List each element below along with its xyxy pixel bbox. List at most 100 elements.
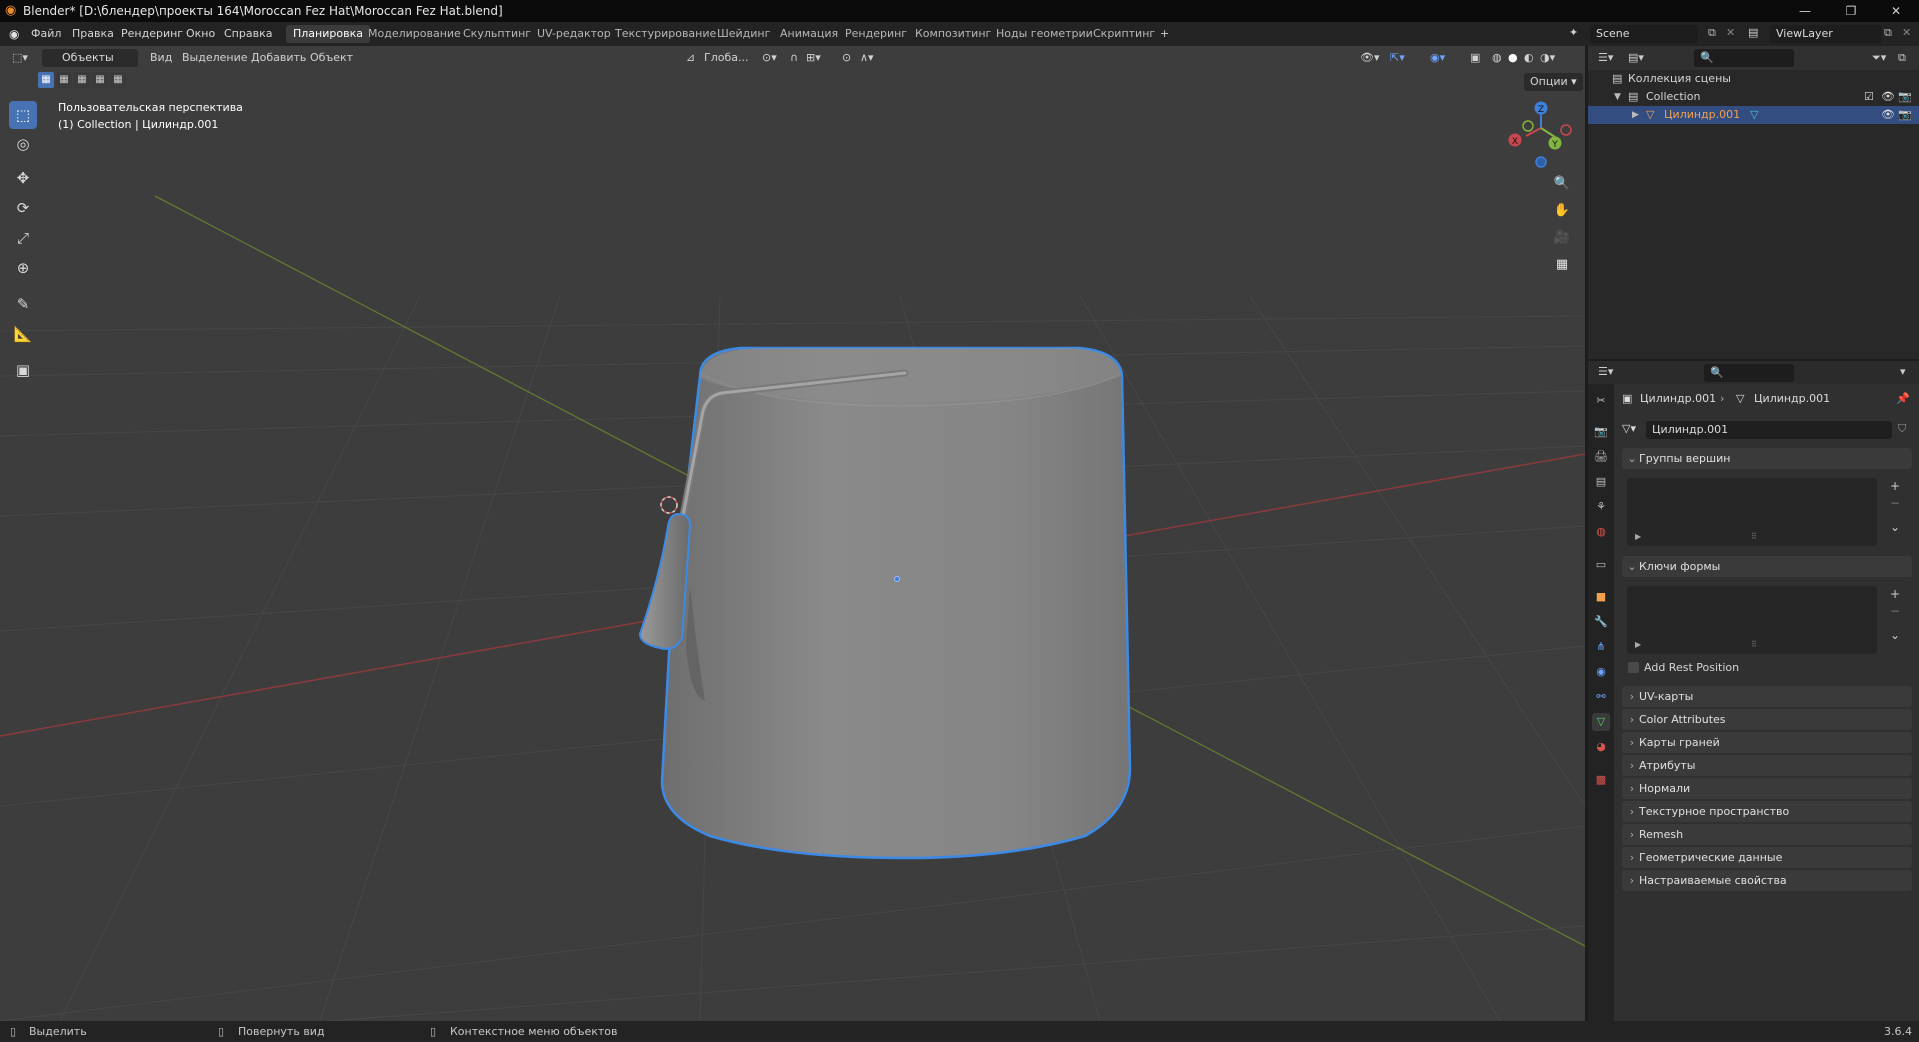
pan-view-button[interactable]: ✋ xyxy=(1550,199,1574,223)
list-filter-icon[interactable]: ▶ xyxy=(1635,532,1641,541)
add-workspace-button[interactable]: + xyxy=(1153,25,1176,43)
texture-tab-icon[interactable]: ▩ xyxy=(1592,771,1610,789)
gizmo-toggle-icon[interactable]: ⇱▾ xyxy=(1390,49,1405,66)
menu-render[interactable]: Рендеринг xyxy=(121,27,183,40)
output-tab-icon[interactable]: 🖨 xyxy=(1592,448,1610,466)
tab-compositing[interactable]: Композитинг xyxy=(908,25,998,43)
select-new-icon[interactable]: ▦ xyxy=(38,72,54,88)
tab-scripting[interactable]: Скриптинг xyxy=(1086,25,1162,43)
color-attributes-panel-header[interactable]: › Color Attributes xyxy=(1622,709,1912,730)
normals-panel-header[interactable]: › Нормали xyxy=(1622,778,1912,799)
vertex-group-menu-button[interactable]: ⌄ xyxy=(1886,518,1904,536)
editor-type-icon[interactable]: ⬚▾ xyxy=(12,49,28,66)
face-maps-panel-header[interactable]: › Карты граней xyxy=(1622,732,1912,753)
select-extend-icon[interactable]: ▦ xyxy=(56,72,72,88)
list-resize-handle-icon[interactable]: ⠿ xyxy=(1751,640,1757,649)
tab-geometry-nodes[interactable]: Ноды геометрии xyxy=(989,25,1100,43)
material-tab-icon[interactable]: ◕ xyxy=(1592,738,1610,756)
menu-window[interactable]: Окно xyxy=(186,27,215,40)
move-tool[interactable]: ✥ xyxy=(9,164,37,192)
outliner-row-object[interactable]: ▶ ▽ Цилиндр.001 ▽ 👁 📷 xyxy=(1588,106,1919,124)
new-view-layer-icon[interactable]: ⧉ xyxy=(1884,26,1892,40)
select-subtract-icon[interactable]: ▦ xyxy=(74,72,90,88)
fake-user-icon[interactable]: ⛉ xyxy=(1898,422,1906,436)
rotate-tool[interactable]: ⟳ xyxy=(9,194,37,222)
outliner-search-input[interactable]: 🔍 xyxy=(1694,49,1794,67)
material-shading-icon[interactable]: ◐ xyxy=(1524,49,1534,66)
constraints-tab-icon[interactable]: ⚯ xyxy=(1592,688,1610,706)
new-scene-icon[interactable]: ⧉ xyxy=(1708,26,1716,40)
tab-layout[interactable]: Планировка xyxy=(286,25,370,43)
uv-maps-panel-header[interactable]: › UV-карты xyxy=(1622,686,1912,707)
list-filter-icon[interactable]: ▶ xyxy=(1635,640,1641,649)
properties-options-icon[interactable]: ▾ xyxy=(1900,365,1906,378)
select-intersect-icon[interactable]: ▦ xyxy=(110,72,126,88)
geometry-data-panel-header[interactable]: › Геометрические данные xyxy=(1622,847,1912,868)
attributes-panel-header[interactable]: › Атрибуты xyxy=(1622,755,1912,776)
remove-shape-key-button[interactable]: − xyxy=(1886,602,1904,620)
shape-keys-list[interactable]: ▶ ⠿ xyxy=(1627,586,1877,654)
object-expand-icon[interactable]: ▶ xyxy=(1632,106,1639,124)
menu-help[interactable]: Справка xyxy=(224,27,272,40)
menu-file[interactable]: Файл xyxy=(31,27,61,40)
object-render-icon[interactable]: 📷 xyxy=(1898,106,1912,124)
tool-tab-icon[interactable]: ✂ xyxy=(1592,392,1610,410)
gizmo-neg-z-icon[interactable] xyxy=(1535,156,1547,168)
properties-editor-type-icon[interactable]: ☰▾ xyxy=(1598,365,1613,378)
add-cube-tool[interactable]: ▣ xyxy=(9,356,37,384)
measure-tool[interactable]: 📐 xyxy=(9,320,37,348)
snap-target-icon[interactable]: ⊞▾ xyxy=(806,49,821,66)
proportional-edit-icon[interactable]: ⊙ xyxy=(842,49,851,66)
list-resize-handle-icon[interactable]: ⠿ xyxy=(1751,532,1757,541)
particles-tab-icon[interactable]: ⋔ xyxy=(1592,638,1610,656)
solid-shading-icon[interactable]: ● xyxy=(1508,49,1518,66)
rendered-shading-icon[interactable]: ◑▾ xyxy=(1540,49,1555,66)
object-eye-icon[interactable]: 👁 xyxy=(1881,106,1895,124)
mesh-data-icon[interactable]: ▽ xyxy=(1750,106,1758,124)
zoom-view-button[interactable]: 🔍 xyxy=(1550,172,1574,196)
tab-sculpting[interactable]: Скульптинг xyxy=(456,25,538,43)
3d-cursor[interactable] xyxy=(660,496,678,514)
3d-viewport[interactable]: Z X Y Пользовательская перспектива (1) C… xyxy=(0,46,1585,1021)
camera-view-button[interactable]: 🎥 xyxy=(1550,226,1574,250)
add-shape-key-button[interactable]: + xyxy=(1886,585,1904,603)
modifiers-tab-icon[interactable]: 🔧 xyxy=(1592,613,1610,631)
delete-scene-icon[interactable]: ✕ xyxy=(1726,26,1735,39)
select-box-tool[interactable]: ⬚ xyxy=(9,101,37,129)
minimize-button[interactable]: — xyxy=(1790,2,1820,20)
collection-checkbox-icon[interactable]: ☑ xyxy=(1864,88,1874,106)
collection-tab-icon[interactable]: ▭ xyxy=(1592,556,1610,574)
annotate-tool[interactable]: ✎ xyxy=(9,290,37,318)
tab-rendering[interactable]: Рендеринг xyxy=(838,25,914,43)
add-vertex-group-button[interactable]: + xyxy=(1886,477,1904,495)
blender-menu-icon[interactable]: ◉ xyxy=(9,27,19,41)
view-layer-selector[interactable]: ViewLayer xyxy=(1770,25,1882,43)
collection-eye-icon[interactable]: 👁 xyxy=(1881,88,1895,106)
outliner-row-scene-collection[interactable]: ▤ Коллекция сцены xyxy=(1588,70,1919,88)
close-button[interactable]: ✕ xyxy=(1881,2,1911,20)
pivot-icon[interactable]: ⊙▾ xyxy=(762,49,777,66)
toggle-ortho-button[interactable]: ▦ xyxy=(1550,253,1574,277)
add-rest-position-checkbox[interactable] xyxy=(1628,662,1639,673)
custom-properties-panel-header[interactable]: › Настраиваемые свойства xyxy=(1622,870,1912,891)
vertex-groups-panel-header[interactable]: ⌄ Группы вершин xyxy=(1622,448,1912,469)
outliner-row-collection[interactable]: ▼ ▤ Collection ☑ 👁 📷 xyxy=(1588,88,1919,106)
scene-selector[interactable]: Scene xyxy=(1590,25,1698,43)
shape-key-menu-button[interactable]: ⌄ xyxy=(1886,626,1904,644)
view-layer-tab-icon[interactable]: ▤ xyxy=(1592,473,1610,491)
collection-render-icon[interactable]: 📷 xyxy=(1898,88,1912,106)
tab-shading[interactable]: Шейдинг xyxy=(710,25,777,43)
overlays-icon[interactable]: ◉▾ xyxy=(1430,49,1445,66)
world-tab-icon[interactable]: ◍ xyxy=(1592,523,1610,541)
tab-modeling[interactable]: Моделирование xyxy=(361,25,468,43)
mesh-datablock-icon[interactable]: ▽▾ xyxy=(1622,422,1636,435)
outliner-editor-type-icon[interactable]: ☰▾ xyxy=(1598,51,1613,64)
maximize-button[interactable]: ❐ xyxy=(1836,2,1866,20)
display-mode-icon[interactable]: ▤▾ xyxy=(1628,51,1644,64)
options-dropdown[interactable]: Опции ▾ xyxy=(1524,73,1583,91)
xray-icon[interactable]: ▣ xyxy=(1470,49,1480,66)
orientation-selector[interactable]: Глоба... xyxy=(704,49,748,66)
visibility-icon[interactable]: 👁▾ xyxy=(1360,49,1380,66)
mesh-name-field[interactable]: Цилиндр.001 xyxy=(1646,421,1892,439)
scale-tool[interactable]: ⤢ xyxy=(9,224,37,252)
